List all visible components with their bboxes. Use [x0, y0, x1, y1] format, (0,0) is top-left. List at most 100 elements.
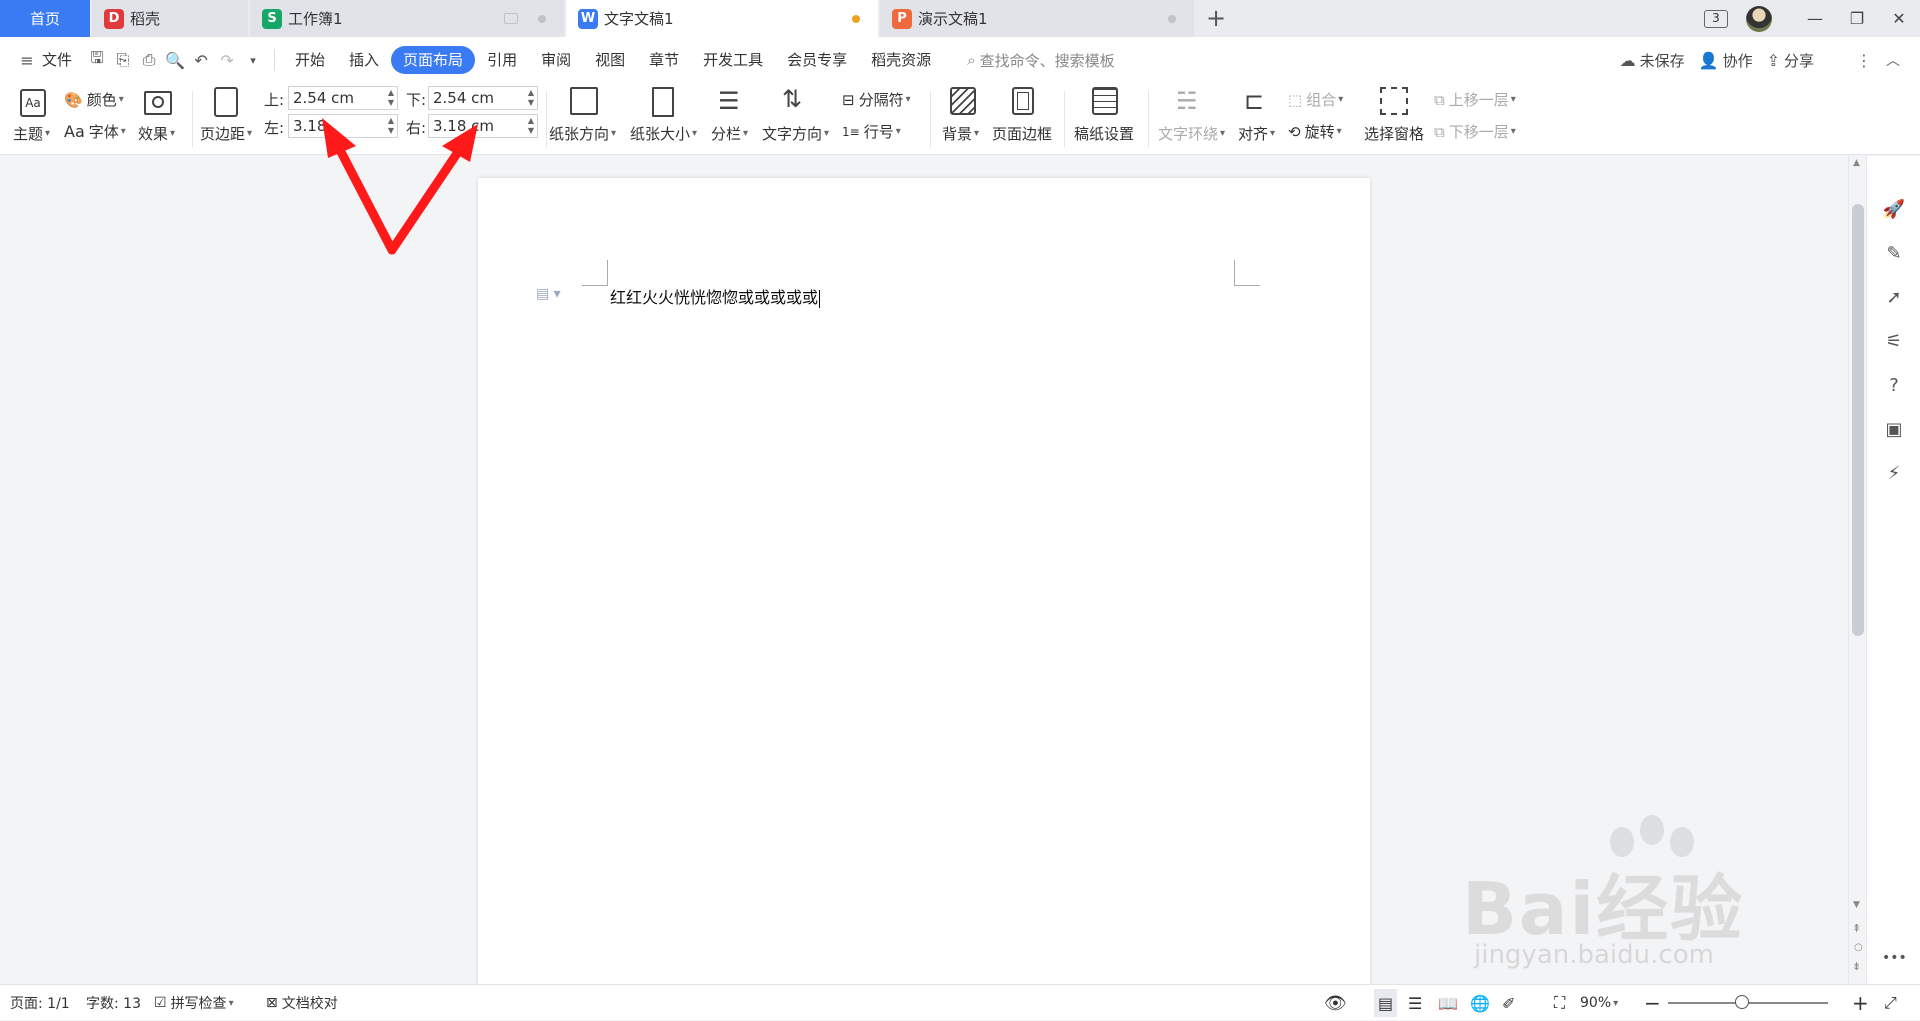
document-page[interactable]: ▤ ▾ 红红火火恍恍惚惚或或或或或 — [478, 178, 1370, 984]
document-body-text[interactable]: 红红火火恍恍惚惚或或或或或 — [610, 284, 821, 308]
background-icon[interactable] — [950, 87, 976, 115]
more-options-icon[interactable]: ••• — [1882, 946, 1907, 970]
effect-button[interactable]: 效果 ▾ — [138, 123, 175, 144]
margins-button[interactable]: 页边距 ▾ — [200, 123, 252, 144]
group-button[interactable]: ⬚ 组合 ▾ — [1288, 89, 1343, 110]
new-tab-button[interactable]: + — [1203, 5, 1229, 31]
orientation-button[interactable]: 纸张方向 ▾ — [549, 123, 616, 144]
print-icon[interactable]: ⎙ — [136, 47, 162, 73]
selection-pane-button[interactable]: 选择窗格 — [1364, 123, 1424, 144]
page-border-icon[interactable] — [1012, 87, 1034, 115]
close-icon[interactable]: ✕ — [1878, 0, 1920, 37]
margin-top-field[interactable]: 2.54 cm ▲ ▼ — [288, 86, 398, 110]
columns-button[interactable]: 分栏 ▾ — [711, 123, 748, 144]
cursor-icon[interactable]: ➚ — [1882, 286, 1906, 310]
share-button[interactable]: ⇪ 分享 — [1767, 50, 1814, 71]
zoom-slider-handle[interactable] — [1735, 995, 1749, 1009]
outline-view-icon[interactable]: ☰ — [1408, 985, 1422, 1021]
sliders-icon[interactable]: ⚟ — [1882, 330, 1906, 354]
proofread-button[interactable]: ⊠ 文档校对 — [266, 985, 338, 1021]
text-wrap-button[interactable]: 文字环绕 ▾ — [1158, 123, 1225, 144]
zoom-level[interactable]: 90% ▾ — [1580, 985, 1618, 1021]
separator-button[interactable]: ⊟ 分隔符 ▾ — [842, 89, 911, 110]
hamburger-icon[interactable]: ≡ — [14, 47, 40, 73]
menu-developer[interactable]: 开发工具 — [691, 46, 775, 74]
customize-quick-access-icon[interactable]: ▾ — [240, 47, 266, 73]
collab-button[interactable]: 👤 协作 — [1699, 50, 1753, 71]
modified-dot-icon[interactable] — [852, 14, 860, 23]
paragraph-handle-icon[interactable]: ▤ ▾ — [536, 286, 561, 302]
next-page-icon[interactable]: ⇟ — [1852, 960, 1861, 973]
theme-button[interactable]: 主题 ▾ — [13, 123, 50, 144]
menu-references[interactable]: 引用 — [475, 46, 529, 74]
scroll-down-icon[interactable]: ▼ — [1853, 900, 1860, 910]
align-icon[interactable]: ⊏ — [1244, 87, 1264, 115]
page-border-button[interactable]: 页面边框 — [992, 123, 1052, 144]
minimize-icon[interactable]: — — [1794, 0, 1836, 37]
fit-page-icon[interactable]: ⛶ — [1554, 985, 1565, 1021]
spinner-icon[interactable]: ▲ ▼ — [528, 88, 534, 108]
zoom-out-icon[interactable]: − — [1644, 985, 1661, 1021]
menu-review[interactable]: 审阅 — [529, 46, 583, 74]
margins-icon[interactable] — [214, 87, 238, 117]
columns-icon[interactable]: ☰ — [718, 87, 740, 115]
more-icon[interactable]: ⋮ — [1856, 51, 1872, 70]
tab-docer[interactable]: D 稻壳 — [92, 0, 248, 37]
margin-bottom-field[interactable]: 2.54 cm ▲ ▼ — [428, 86, 538, 110]
rocket-icon[interactable]: 🚀 — [1882, 198, 1906, 222]
menu-file[interactable]: 文件 — [40, 46, 84, 74]
image-tools-icon[interactable]: ▣ — [1882, 418, 1906, 442]
save-icon[interactable]: 🖫 — [84, 47, 110, 73]
export-pdf-icon[interactable]: ⎘ — [110, 47, 136, 73]
tab-presentation[interactable]: P 演示文稿1 — [880, 0, 1194, 37]
eye-icon[interactable]: 👁 — [1324, 985, 1347, 1021]
bring-forward-button[interactable]: ⧉ 上移一层 ▾ — [1434, 89, 1516, 110]
collapse-ribbon-icon[interactable]: ︿ — [1886, 50, 1900, 70]
spell-check-button[interactable]: ☑ 拼写检查 ▾ — [154, 985, 234, 1021]
tab-workbook[interactable]: S 工作簿1 — [250, 0, 564, 37]
theme-icon[interactable]: Aa — [20, 89, 46, 117]
scroll-up-icon[interactable]: ▲ — [1853, 158, 1860, 168]
text-direction-button[interactable]: 文字方向 ▾ — [762, 123, 829, 144]
fullscreen-icon[interactable]: ⤢ — [1884, 985, 1897, 1021]
orientation-icon[interactable] — [570, 87, 598, 115]
align-button[interactable]: 对齐 ▾ — [1238, 123, 1275, 144]
annotate-icon[interactable]: ✐ — [1502, 985, 1515, 1021]
menu-docer-resources[interactable]: 稻壳资源 — [859, 46, 943, 74]
spinner-icon[interactable]: ▲ ▼ — [388, 116, 394, 136]
paper-size-button[interactable]: 纸张大小 ▾ — [630, 123, 697, 144]
zoom-in-icon[interactable]: + — [1852, 985, 1869, 1021]
text-wrap-icon[interactable]: ☵ — [1176, 87, 1198, 115]
draft-paper-button[interactable]: 稿纸设置 — [1074, 123, 1134, 144]
line-number-button[interactable]: 1≡ 行号 ▾ — [842, 121, 901, 142]
send-backward-button[interactable]: ⧉ 下移一层 ▾ — [1434, 121, 1516, 142]
command-search[interactable]: ⌕ 查找命令、搜索模板 — [967, 50, 1114, 71]
select-browse-object-icon[interactable]: ○ — [1854, 942, 1863, 953]
draft-paper-icon[interactable] — [1092, 87, 1118, 115]
paper-size-icon[interactable] — [652, 87, 674, 117]
avatar[interactable] — [1746, 5, 1772, 32]
close-tab-dot-icon[interactable] — [538, 14, 546, 23]
menu-member[interactable]: 会员专享 — [775, 46, 859, 74]
reading-view-icon[interactable]: 📖 — [1438, 985, 1458, 1021]
spinner-icon[interactable]: ▲ ▼ — [388, 88, 394, 108]
rotate-button[interactable]: ⟲ 旋转 ▾ — [1288, 121, 1342, 142]
redo-icon[interactable]: ↷ — [214, 47, 240, 73]
menu-home[interactable]: 开始 — [283, 46, 337, 74]
spinner-icon[interactable]: ▲ ▼ — [528, 116, 534, 136]
tab-home[interactable]: 首页 — [0, 0, 90, 37]
selection-pane-icon[interactable] — [1380, 87, 1408, 115]
prev-page-icon[interactable]: ⇞ — [1852, 922, 1861, 935]
tab-document[interactable]: W 文字文稿1 — [566, 0, 878, 37]
font-theme-button[interactable]: Aa 字体 ▾ — [64, 121, 126, 142]
word-count[interactable]: 字数: 13 — [86, 985, 141, 1021]
background-button[interactable]: 背景 ▾ — [942, 123, 979, 144]
undo-icon[interactable]: ↶ — [188, 47, 214, 73]
window-count-badge[interactable]: 3 — [1704, 9, 1728, 28]
menu-chapter[interactable]: 章节 — [637, 46, 691, 74]
margin-left-field[interactable]: 3.18 ▲ ▼ — [288, 114, 398, 138]
effect-icon[interactable] — [144, 91, 172, 115]
unsaved-button[interactable]: ☁ 未保存 — [1620, 50, 1685, 71]
color-button[interactable]: 🎨 颜色 ▾ — [64, 89, 124, 110]
help-icon[interactable]: ? — [1882, 374, 1906, 398]
